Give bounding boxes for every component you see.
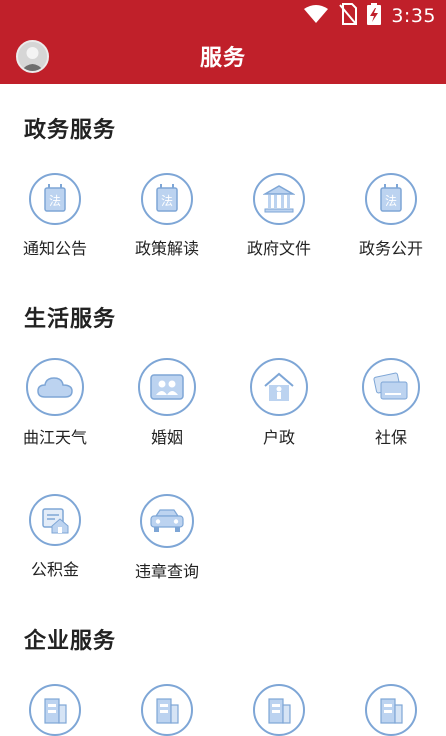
house-person-icon [250,358,308,416]
service-household[interactable]: 户政 [224,358,334,448]
service-notice[interactable]: 法 通知公告 [0,173,110,259]
couple-photo-icon [138,358,196,416]
service-gov-files[interactable]: 政府文件 [224,173,334,259]
service-enterprise[interactable] [0,684,110,736]
law-book-icon: 法 [141,173,193,225]
service-label: 社保 [374,428,407,447]
enterprise-building-icon [141,684,193,736]
service-label: 政务公开 [358,239,423,258]
law-book-icon: 法 [29,173,81,225]
service-marriage[interactable]: 婚姻 [112,358,222,448]
service-social-security[interactable]: 社保 [336,358,446,448]
wifi-icon [303,4,329,28]
service-label: 政府文件 [246,239,311,258]
service-label: 曲江天气 [22,428,87,447]
housing-fund-icon [29,494,81,546]
section-title-enterprise: 企业服务 [24,629,117,654]
car-icon [140,494,194,548]
no-sim-icon [339,3,358,29]
service-label: 户政 [262,428,295,447]
section-title-life: 生活服务 [24,307,117,332]
service-weather[interactable]: 曲江天气 [0,358,110,448]
service-enterprise[interactable] [112,684,222,736]
status-time: 3:35 [391,5,436,27]
svg-text:法: 法 [161,194,173,208]
service-gov-open[interactable]: 法 政务公开 [336,173,446,259]
enterprise-building-icon [253,684,305,736]
battery-charging-icon [367,3,382,29]
svg-text:法: 法 [385,194,397,208]
status-bar: 3:35 [303,3,436,29]
law-book-icon: 法 [365,173,417,225]
cloud-icon [26,358,84,416]
enterprise-building-icon [29,684,81,736]
svg-text:法: 法 [49,194,61,208]
service-label: 政策解读 [134,239,199,258]
service-housing-fund[interactable]: 公积金 [0,494,110,580]
service-violation-query[interactable]: 违章查询 [112,494,222,582]
enterprise-building-icon [365,684,417,736]
service-enterprise[interactable] [336,684,446,736]
government-building-icon [253,173,305,225]
service-label: 婚姻 [150,428,183,447]
service-label: 公积金 [30,560,79,579]
section-title-government: 政务服务 [24,118,117,143]
service-policy[interactable]: 法 政策解读 [112,173,222,259]
social-security-card-icon [362,358,420,416]
top-bar: 3:35 服务 [0,0,446,84]
service-label: 违章查询 [134,562,199,581]
service-enterprise[interactable] [224,684,334,736]
service-label: 通知公告 [22,239,87,258]
page-title: 服务 [199,46,246,71]
